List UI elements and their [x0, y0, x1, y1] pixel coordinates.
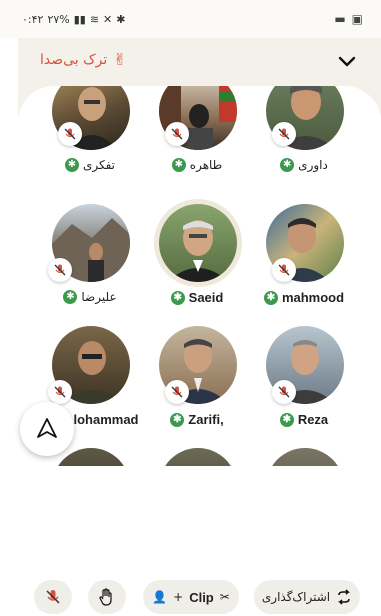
- mic-muted-icon: [165, 380, 189, 404]
- mute-status-icon: ✕: [103, 12, 113, 26]
- status-right: ▬ ▣: [334, 12, 363, 26]
- status-time: ۰:۴۲: [22, 12, 44, 26]
- participant-tile-partial[interactable]: [254, 448, 354, 486]
- wifi-icon: ≋: [89, 12, 100, 26]
- participant-tile[interactable]: علیرضا ✱: [40, 204, 140, 314]
- room-cutoff: [18, 466, 381, 486]
- room-header: ترک بی‌صدا ✌: [18, 38, 381, 86]
- raise-hand-button[interactable]: [88, 580, 126, 614]
- participant-tile[interactable]: داوری ✱: [254, 86, 354, 182]
- leave-quietly-button[interactable]: ترک بی‌صدا ✌: [40, 50, 127, 69]
- leave-label: ترک بی‌صدا: [40, 51, 108, 68]
- participant-tile[interactable]: تفکری ✱: [40, 86, 140, 182]
- participant-name: ✱ Reza: [254, 412, 354, 427]
- participant-tile[interactable]: ✱ Reza: [254, 326, 354, 436]
- mic-muted-icon: [48, 380, 72, 404]
- status-left: ۰:۴۲ ۲۷% ▮▮ ≋ ✕ ✱: [22, 13, 125, 26]
- participant-tile[interactable]: ✱ mahmood: [254, 204, 354, 314]
- scissors-icon: ✂: [219, 590, 230, 604]
- status-bar: ۰:۴۲ ۲۷% ▮▮ ≋ ✕ ✱ ▬ ▣: [0, 0, 381, 38]
- badge-icon: ✱: [170, 290, 185, 305]
- avatar: [159, 204, 237, 282]
- peace-hand-icon: ✌: [113, 50, 127, 69]
- mic-muted-icon: [165, 122, 189, 146]
- bottom-toolbar: اشتراک‌گذاری 👤 + Clip ✂: [0, 574, 381, 616]
- signal-icon: ▮▮: [73, 12, 86, 26]
- hand-icon: [99, 588, 112, 606]
- chevron-down-icon[interactable]: [335, 50, 359, 74]
- participant-name: علیرضا ✱: [40, 290, 140, 304]
- clip-button[interactable]: 👤 + Clip ✂: [143, 580, 239, 614]
- share-arrows-icon: [338, 589, 351, 605]
- mic-muted-icon: [48, 258, 72, 282]
- badge-icon: ✱: [280, 158, 295, 172]
- share-label: اشتراک‌گذاری: [261, 590, 331, 604]
- participant-tile-speaking[interactable]: ✱ Saeid: [147, 204, 247, 314]
- participant-name: ✱ mahmood: [254, 290, 354, 305]
- clip-prefix: +: [173, 590, 184, 604]
- add-user-icon: 👤: [152, 590, 168, 604]
- share-button[interactable]: اشتراک‌گذاری: [254, 580, 360, 614]
- participant-name: تفکری ✱: [40, 158, 140, 172]
- participant-tile-partial[interactable]: [147, 448, 247, 486]
- folder-icon: ▬: [334, 12, 346, 26]
- badge-icon: ✱: [63, 290, 78, 304]
- mic-muted-icon: [272, 122, 296, 146]
- bluetooth-icon: ✱: [116, 12, 126, 26]
- mic-muted-icon: [58, 122, 82, 146]
- badge-icon: ✱: [170, 412, 185, 427]
- mic-muted-icon: [272, 258, 296, 282]
- badge-icon: ✱: [64, 158, 79, 172]
- badge-icon: ✱: [263, 290, 278, 305]
- badge-icon: ✱: [171, 158, 186, 172]
- send-icon[interactable]: [20, 402, 74, 456]
- battery-text: ۲۷%: [47, 12, 70, 26]
- badge-icon: ✱: [279, 412, 294, 427]
- participant-tile[interactable]: طاهره ✱: [147, 86, 247, 182]
- participant-name: داوری ✱: [254, 158, 354, 172]
- participant-name: طاهره ✱: [147, 158, 247, 172]
- mic-muted-icon: [272, 380, 296, 404]
- mic-toggle-button[interactable]: [34, 580, 72, 614]
- participant-name: ✱ Saeid: [147, 290, 247, 305]
- clip-label: Clip: [189, 589, 214, 605]
- mic-off-icon: [46, 590, 60, 604]
- gallery-icon: ▣: [351, 12, 363, 26]
- participant-tile[interactable]: ✱ Zarifi,: [147, 326, 247, 436]
- participant-name: ✱ Zarifi,: [147, 412, 247, 427]
